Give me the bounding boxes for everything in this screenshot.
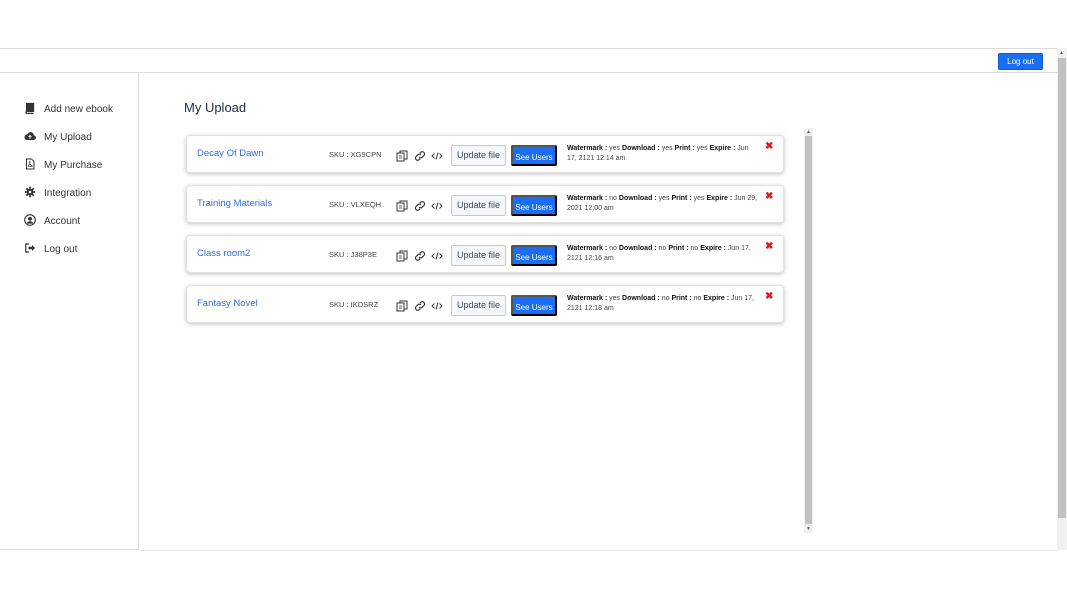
cloud-upload-icon	[24, 130, 36, 145]
copy-icon[interactable]	[396, 199, 408, 212]
user-icon	[24, 213, 36, 229]
ebook-title-link[interactable]: Decay Of Dawn	[197, 148, 264, 159]
ebook-card: Fantasy Novel SKU : IKDSRZ Update file S…	[186, 285, 784, 323]
link-icon[interactable]	[414, 299, 426, 311]
embed-code-icon[interactable]	[431, 199, 443, 211]
ebook-card: Decay Of Dawn SKU : XG9CPN Update file S…	[186, 135, 784, 173]
page-scrollbar-thumb[interactable]	[1058, 58, 1066, 518]
link-icon[interactable]	[414, 249, 426, 261]
see-users-button[interactable]: See Users	[511, 295, 557, 316]
sidebar-item-log-out[interactable]: Log out	[24, 240, 77, 258]
ebook-sku: SKU : VLXEQH	[329, 200, 382, 209]
scroll-up-arrow-icon[interactable]: ▲	[1059, 50, 1064, 56]
pdf-file-icon	[24, 158, 36, 173]
delete-icon[interactable]: ✖	[765, 241, 773, 252]
embed-code-icon[interactable]	[431, 149, 443, 161]
sidebar-item-integration[interactable]: Integration	[24, 184, 91, 202]
ebook-title-link[interactable]: Class room2	[197, 248, 250, 259]
gear-icon	[24, 186, 36, 201]
ebook-sku: SKU : J38P3E	[329, 250, 377, 259]
link-icon[interactable]	[414, 149, 426, 161]
copy-icon[interactable]	[396, 249, 408, 262]
see-users-button[interactable]: See Users	[511, 145, 557, 166]
sidebar-item-my-purchase[interactable]: My Purchase	[24, 156, 102, 174]
delete-icon[interactable]: ✖	[765, 191, 773, 202]
embed-code-icon[interactable]	[431, 299, 443, 311]
update-file-button[interactable]: Update file	[451, 195, 506, 216]
sidebar: Add new ebook My Upload My Purchase Inte…	[0, 73, 139, 550]
sidebar-item-label: Integration	[44, 187, 92, 199]
list-scrollbar-thumb[interactable]	[805, 136, 812, 524]
ebook-card: Class room2 SKU : J38P3E Update file See…	[186, 235, 784, 273]
ebook-permissions: Watermark : yes Download : no Print : no…	[567, 295, 754, 312]
page-scrollbar[interactable]: ▲	[1057, 48, 1067, 550]
sidebar-item-label: My Purchase	[44, 159, 103, 171]
sidebar-item-my-upload[interactable]: My Upload	[24, 128, 92, 146]
update-file-button[interactable]: Update file	[451, 245, 506, 266]
sidebar-item-label: Log out	[44, 243, 78, 255]
scroll-down-arrow-icon[interactable]: ▼	[806, 526, 811, 532]
ebook-sku: SKU : XG9CPN	[329, 150, 382, 159]
embed-code-icon[interactable]	[431, 249, 443, 261]
sign-out-icon	[24, 242, 36, 257]
scroll-up-arrow-icon[interactable]: ▲	[806, 129, 811, 135]
sidebar-item-label: My Upload	[44, 131, 92, 143]
copy-icon[interactable]	[396, 299, 408, 312]
update-file-button[interactable]: Update file	[451, 295, 506, 316]
see-users-button[interactable]: See Users	[511, 195, 557, 216]
ebook-title-link[interactable]: Fantasy Novel	[197, 298, 258, 309]
book-icon	[24, 102, 36, 117]
logout-button[interactable]: Log out	[998, 53, 1043, 70]
ebook-permissions: Watermark : yes Download : yes Print : y…	[567, 145, 749, 162]
see-users-button[interactable]: See Users	[511, 245, 557, 266]
sidebar-item-account[interactable]: Account	[24, 212, 80, 230]
top-bar: Log out	[0, 48, 1067, 73]
link-icon[interactable]	[414, 199, 426, 211]
ebook-card: Training Materials SKU : VLXEQH Update f…	[186, 185, 784, 223]
ebook-sku: SKU : IKDSRZ	[329, 300, 379, 309]
content-divider	[139, 550, 1057, 551]
sidebar-item-label: Add new ebook	[44, 103, 113, 115]
ebook-title-link[interactable]: Training Materials	[197, 198, 272, 209]
ebook-permissions: Watermark : no Download : yes Print : ye…	[567, 195, 758, 212]
list-scrollbar[interactable]: ▲ ▼	[804, 128, 813, 533]
delete-icon[interactable]: ✖	[765, 141, 773, 152]
sidebar-item-label: Account	[44, 215, 81, 227]
delete-icon[interactable]: ✖	[765, 291, 773, 302]
sidebar-item-add-new-ebook[interactable]: Add new ebook	[24, 100, 113, 118]
copy-icon[interactable]	[396, 149, 408, 162]
update-file-button[interactable]: Update file	[451, 145, 506, 166]
page-title: My Upload	[184, 100, 247, 115]
ebook-permissions: Watermark : no Download : no Print : no …	[567, 245, 751, 262]
